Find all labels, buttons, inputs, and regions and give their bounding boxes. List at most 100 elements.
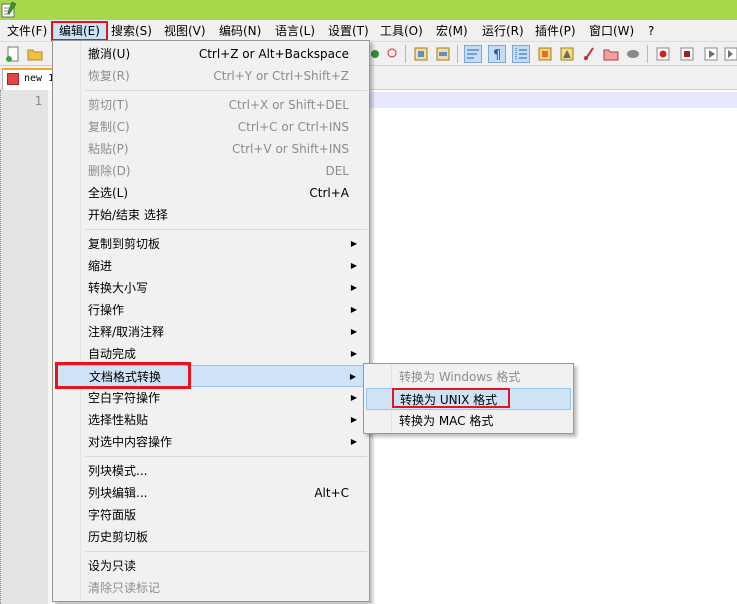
menu-item-label: 粘贴(P) <box>88 142 129 156</box>
menu-item-shortcut: Ctrl+V or Shift+INS <box>232 142 349 156</box>
menu-item-clear-read-only[interactable]: 清除只读标记 <box>55 577 367 599</box>
menu-separator <box>85 90 367 91</box>
menu-item-label: 剪切(T) <box>88 98 129 112</box>
menu-separator <box>85 551 367 552</box>
menu-item-line-operations[interactable]: 行操作 ▶ <box>55 299 367 321</box>
submenu-arrow-icon: ▶ <box>350 239 357 248</box>
window-edge <box>0 90 2 604</box>
menu-item-label: 复制(C) <box>88 120 130 134</box>
play-macro-icon[interactable] <box>702 45 720 63</box>
toolbar-separator <box>647 45 648 63</box>
menu-item-blank-operations[interactable]: 空白字符操作 ▶ <box>55 387 367 409</box>
menu-item-label: 转换大小写 <box>88 281 149 295</box>
menu-window[interactable]: 窗口(W) <box>589 20 634 42</box>
menu-bar: 文件(F) 编辑(E) 搜索(S) 视图(V) 编码(N) 语言(L) 设置(T… <box>0 20 737 42</box>
toolbar-separator <box>405 45 406 63</box>
menu-item-label: 撤消(U) <box>88 47 131 61</box>
language-icon[interactable] <box>536 45 554 63</box>
menu-item-auto-completion[interactable]: 自动完成 ▶ <box>55 343 367 365</box>
menu-item-convert-case[interactable]: 转换大小写 ▶ <box>55 277 367 299</box>
svg-text:¶: ¶ <box>493 48 501 62</box>
tab-label: new 1 <box>24 73 54 84</box>
menu-item-label: 对选中内容操作 <box>88 435 173 449</box>
line-number: 1 <box>34 94 42 108</box>
menu-separator <box>85 229 367 230</box>
menu-item-shortcut: Ctrl+Y or Ctrl+Shift+Z <box>213 69 349 83</box>
function-list-icon[interactable] <box>580 45 598 63</box>
indent-guide-icon[interactable] <box>512 45 530 63</box>
record-macro-icon[interactable] <box>654 45 672 63</box>
menu-edit[interactable]: 编辑(E) <box>51 21 108 41</box>
folder-workspace-icon[interactable] <box>602 45 620 63</box>
menu-item-label: 全选(L) <box>88 186 129 200</box>
menu-item-redo[interactable]: 恢复(R) Ctrl+Y or Ctrl+Shift+Z <box>55 65 367 87</box>
menu-item-indent[interactable]: 缩进 ▶ <box>55 255 367 277</box>
menu-item-label: 设为只读 <box>88 559 137 573</box>
menu-item-select-all[interactable]: 全选(L) Ctrl+A <box>55 182 367 204</box>
tab-new-1[interactable]: new 1 <box>2 68 54 90</box>
eol-conversion-submenu: 转换为 Windows 格式 转换为 UNIX 格式 转换为 MAC 格式 <box>363 363 574 434</box>
menu-item-label: 转换为 Windows 格式 <box>399 370 521 384</box>
menu-item-copy-to-clipboard[interactable]: 复制到剪切板 ▶ <box>55 233 367 255</box>
menu-item-begin-end-select[interactable]: 开始/结束 选择 <box>55 204 367 226</box>
menu-file[interactable]: 文件(F) <box>7 20 47 42</box>
show-all-chars-icon[interactable]: ¶ <box>488 45 506 63</box>
menu-item-label: 开始/结束 选择 <box>88 208 168 222</box>
menu-item-shortcut: DEL <box>325 164 349 178</box>
doc-map-icon[interactable] <box>558 45 576 63</box>
menu-language[interactable]: 语言(L) <box>275 20 315 42</box>
menu-item-label: 选择性粘贴 <box>88 413 149 427</box>
menu-item-label: 列块编辑... <box>88 486 148 500</box>
menu-item-label: 清除只读标记 <box>88 581 161 595</box>
menu-item-delete[interactable]: 删除(D) DEL <box>55 160 367 182</box>
submenu-arrow-icon: ▶ <box>350 349 357 358</box>
submenu-item-unix-format[interactable]: 转换为 UNIX 格式 <box>366 388 571 410</box>
menu-item-paste-special[interactable]: 选择性粘贴 ▶ <box>55 409 367 431</box>
menu-macro[interactable]: 宏(M) <box>436 20 468 42</box>
menu-search[interactable]: 搜索(S) <box>111 20 152 42</box>
unsaved-file-icon <box>7 73 19 85</box>
word-wrap-icon[interactable] <box>464 45 482 63</box>
menu-item-shortcut: Alt+C <box>314 486 349 500</box>
menu-item-undo[interactable]: 撤消(U) Ctrl+Z or Alt+Backspace <box>55 43 367 65</box>
submenu-item-windows-format[interactable]: 转换为 Windows 格式 <box>366 366 571 388</box>
menu-item-column-mode[interactable]: 列块模式... <box>55 460 367 482</box>
menu-item-cut[interactable]: 剪切(T) Ctrl+X or Shift+DEL <box>55 94 367 116</box>
sync-horizontal-icon[interactable] <box>434 45 452 63</box>
menu-item-copy[interactable]: 复制(C) Ctrl+C or Ctrl+INS <box>55 116 367 138</box>
zoom-icon[interactable] <box>384 45 402 63</box>
menu-item-column-editor[interactable]: 列块编辑... Alt+C <box>55 482 367 504</box>
submenu-arrow-icon: ▶ <box>350 283 357 292</box>
menu-view[interactable]: 视图(V) <box>164 20 206 42</box>
submenu-arrow-icon: ▶ <box>350 327 357 336</box>
menu-item-label: 注释/取消注释 <box>88 325 165 339</box>
menu-item-comment[interactable]: 注释/取消注释 ▶ <box>55 321 367 343</box>
menu-item-clipboard-history[interactable]: 历史剪切板 <box>55 526 367 548</box>
menu-item-set-read-only[interactable]: 设为只读 <box>55 555 367 577</box>
open-folder-icon[interactable] <box>26 45 44 63</box>
menu-item-label: 删除(D) <box>88 164 131 178</box>
menu-item-paste[interactable]: 粘贴(P) Ctrl+V or Shift+INS <box>55 138 367 160</box>
monitoring-icon[interactable] <box>624 45 642 63</box>
submenu-item-mac-format[interactable]: 转换为 MAC 格式 <box>366 410 571 432</box>
menu-plugins[interactable]: 插件(P) <box>535 20 576 42</box>
menu-item-on-selection[interactable]: 对选中内容操作 ▶ <box>55 431 367 453</box>
stop-macro-icon[interactable] <box>678 45 696 63</box>
menu-item-label: 缩进 <box>88 259 113 273</box>
run-macro-multiple-icon[interactable] <box>722 45 737 63</box>
submenu-arrow-icon: ▶ <box>350 437 357 446</box>
toolbar-separator <box>457 45 458 63</box>
menu-encoding[interactable]: 编码(N) <box>219 20 261 42</box>
menu-tools[interactable]: 工具(O) <box>380 20 423 42</box>
menu-item-eol-conversion[interactable]: 文档格式转换 ▶ <box>55 365 367 387</box>
menu-item-label: 转换为 MAC 格式 <box>399 414 494 428</box>
title-bar <box>0 0 737 20</box>
menu-item-shortcut: Ctrl+Z or Alt+Backspace <box>198 47 349 61</box>
menu-settings[interactable]: 设置(T) <box>328 20 369 42</box>
menu-item-character-panel[interactable]: 字符面版 <box>55 504 367 526</box>
menu-run[interactable]: 运行(R) <box>482 20 524 42</box>
menu-help[interactable]: ? <box>648 20 654 42</box>
sync-vertical-icon[interactable] <box>412 45 430 63</box>
new-file-icon[interactable] <box>4 45 22 63</box>
menu-item-label: 行操作 <box>88 303 125 317</box>
